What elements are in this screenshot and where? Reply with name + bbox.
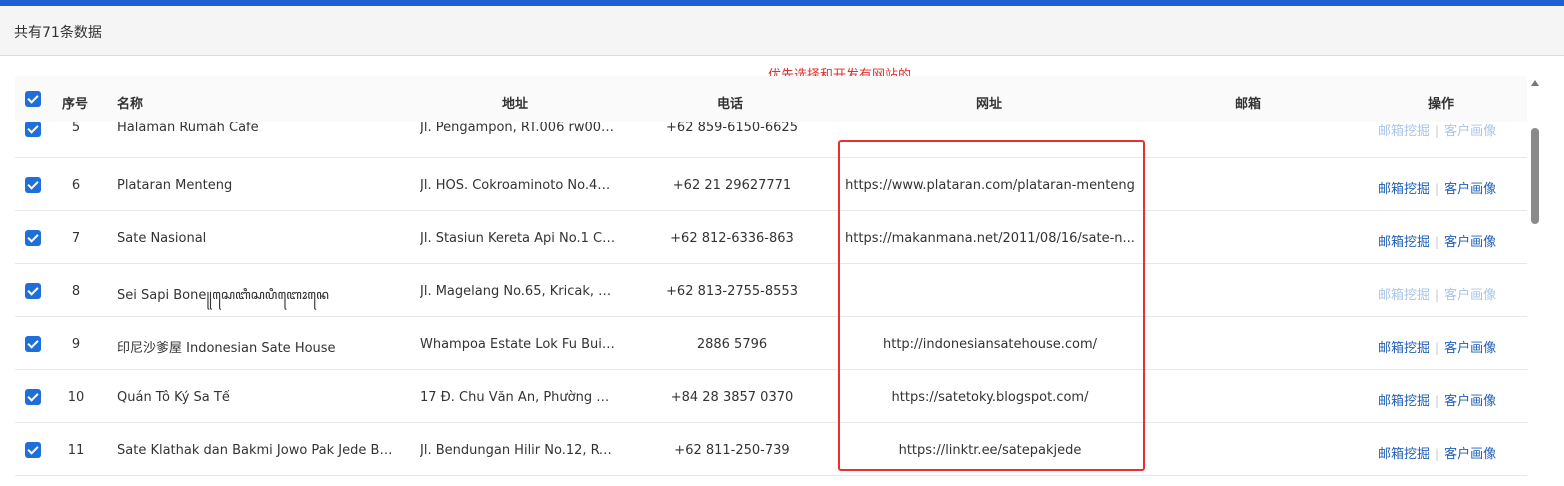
row-actions: 邮箱挖掘 | 客户画像 <box>1378 337 1518 356</box>
row-address: Jl. Bendungan Hilir No.12, RT.... <box>420 443 616 458</box>
row-name: Sate Klathak dan Bakmi Jowo Pak Jede Ben… <box>117 443 397 458</box>
row-phone: +84 28 3857 0370 <box>670 390 794 405</box>
row-phone: +62 813-2755-8553 <box>666 284 798 299</box>
customer-profile-link[interactable]: 客户画像 <box>1444 182 1496 197</box>
row-actions: 邮箱挖掘 | 客户画像 <box>1378 390 1518 409</box>
mine-email-link[interactable]: 邮箱挖掘 <box>1378 288 1430 303</box>
row-actions: 邮箱挖掘 | 客户画像 <box>1378 443 1518 462</box>
col-address-header: 地址 <box>502 97 529 112</box>
row-index: 9 <box>71 337 81 352</box>
row-checkbox[interactable] <box>25 336 41 352</box>
row-phone: +62 859-6150-6625 <box>666 120 798 135</box>
row-name: Quán Tô Ký Sa Tế <box>117 390 230 405</box>
row-index: 11 <box>67 443 85 458</box>
customer-profile-link[interactable]: 客户画像 <box>1444 447 1496 462</box>
row-phone: +62 21 29627771 <box>672 178 792 193</box>
result-header: 共有71条数据 <box>0 6 1564 56</box>
vertical-scrollbar[interactable] <box>1527 76 1543 486</box>
row-phone: 2886 5796 <box>696 337 768 352</box>
row-checkbox[interactable] <box>25 230 41 246</box>
mine-email-link[interactable]: 邮箱挖掘 <box>1378 341 1430 356</box>
scroll-thumb[interactable] <box>1531 128 1539 224</box>
row-checkbox[interactable] <box>25 442 41 458</box>
customer-profile-link[interactable]: 客户画像 <box>1444 341 1496 356</box>
row-phone: +62 811-250-739 <box>674 443 790 458</box>
mine-email-link[interactable]: 邮箱挖掘 <box>1378 447 1430 462</box>
row-address: Jl. Stasiun Kereta Api No.1 C, ... <box>420 231 616 246</box>
select-all-checkbox[interactable] <box>25 91 41 107</box>
row-actions: 邮箱挖掘 | 客户画像 <box>1378 120 1518 139</box>
row-address: 17 Đ. Chu Văn An, Phường 1, ... <box>420 390 616 405</box>
row-index: 10 <box>67 390 85 405</box>
row-name: Plataran Menteng <box>117 178 233 193</box>
customer-profile-link[interactable]: 客户画像 <box>1444 235 1496 250</box>
action-separator: | <box>1435 288 1440 302</box>
row-actions: 邮箱挖掘 | 客户画像 <box>1378 231 1518 250</box>
row-checkbox[interactable] <box>25 389 41 405</box>
row-index: 7 <box>71 231 81 246</box>
table-row: 7 Sate Nasional Jl. Stasiun Kereta Api No.… <box>15 211 1527 264</box>
col-index-header: 序号 <box>62 97 89 112</box>
col-actions-header: 操作 <box>1428 97 1455 112</box>
row-phone: +62 812-6336-863 <box>670 231 794 246</box>
customer-profile-link[interactable]: 客户画像 <box>1444 288 1496 303</box>
row-name: Halaman Rumah Cafe <box>117 120 259 135</box>
action-separator: | <box>1435 447 1440 461</box>
col-email-header: 邮箱 <box>1235 97 1262 112</box>
table-row: 9 印尼沙爹屋 Indonesian Sate House Whampoa Esta… <box>15 317 1527 370</box>
row-name: Sei Sapi Bone꧋ꦱꦺꦧꦶꦱꦥꦶꦧꦺꦴꦤꦺ <box>117 288 329 303</box>
action-separator: | <box>1435 235 1440 249</box>
row-actions: 邮箱挖掘 | 客户画像 <box>1378 178 1518 197</box>
row-actions: 邮箱挖掘 | 客户画像 <box>1378 284 1518 303</box>
action-separator: | <box>1435 394 1440 408</box>
table-row: 11 Sate Klathak dan Bakmi Jowo Pak Jede B… <box>15 423 1527 476</box>
row-name: Sate Nasional <box>117 231 207 246</box>
col-phone-header: 电话 <box>717 97 744 112</box>
website-highlight-box <box>838 140 1145 471</box>
action-separator: | <box>1435 124 1440 138</box>
row-checkbox[interactable] <box>25 121 41 137</box>
row-address: Jl. Pengampon, RT.006 rw003,... <box>420 120 616 135</box>
row-address: Jl. HOS. Cokroaminoto No.42... <box>420 178 616 193</box>
customer-profile-link[interactable]: 客户画像 <box>1444 394 1496 409</box>
mine-email-link[interactable]: 邮箱挖掘 <box>1378 124 1430 139</box>
scroll-up-arrow-icon[interactable] <box>1531 80 1539 86</box>
row-address: Whampoa Estate Lok Fu Buil... <box>420 337 616 352</box>
row-address: Jl. Magelang No.65, Kricak, K... <box>420 284 616 299</box>
table-row: 8 Sei Sapi Bone꧋ꦱꦺꦧꦶꦱꦥꦶꦧꦺꦴꦤꦺ Jl. Magelang … <box>15 264 1527 317</box>
action-separator: | <box>1435 341 1440 355</box>
action-separator: | <box>1435 182 1440 196</box>
table-row: 10 Quán Tô Ký Sa Tế 17 Đ. Chu Văn An, Phườ… <box>15 370 1527 423</box>
row-checkbox[interactable] <box>25 177 41 193</box>
row-index: 8 <box>71 284 81 299</box>
row-index: 5 <box>71 120 81 135</box>
row-checkbox[interactable] <box>25 283 41 299</box>
mine-email-link[interactable]: 邮箱挖掘 <box>1378 182 1430 197</box>
table-header: 序号 名称 地址 电话 网址 邮箱 操作 <box>15 76 1527 122</box>
row-name: 印尼沙爹屋 Indonesian Sate House <box>117 341 336 356</box>
results-table: 5 Halaman Rumah Cafe Jl. Pengampon, RT.006… <box>15 76 1527 486</box>
col-website-header: 网址 <box>976 97 1003 112</box>
result-count: 共有71条数据 <box>14 25 102 41</box>
mine-email-link[interactable]: 邮箱挖掘 <box>1378 235 1430 250</box>
row-index: 6 <box>71 178 81 193</box>
customer-profile-link[interactable]: 客户画像 <box>1444 124 1496 139</box>
table-row: 6 Plataran Menteng Jl. HOS. Cokroaminoto N… <box>15 158 1527 211</box>
col-name-header: 名称 <box>117 97 144 112</box>
mine-email-link[interactable]: 邮箱挖掘 <box>1378 394 1430 409</box>
